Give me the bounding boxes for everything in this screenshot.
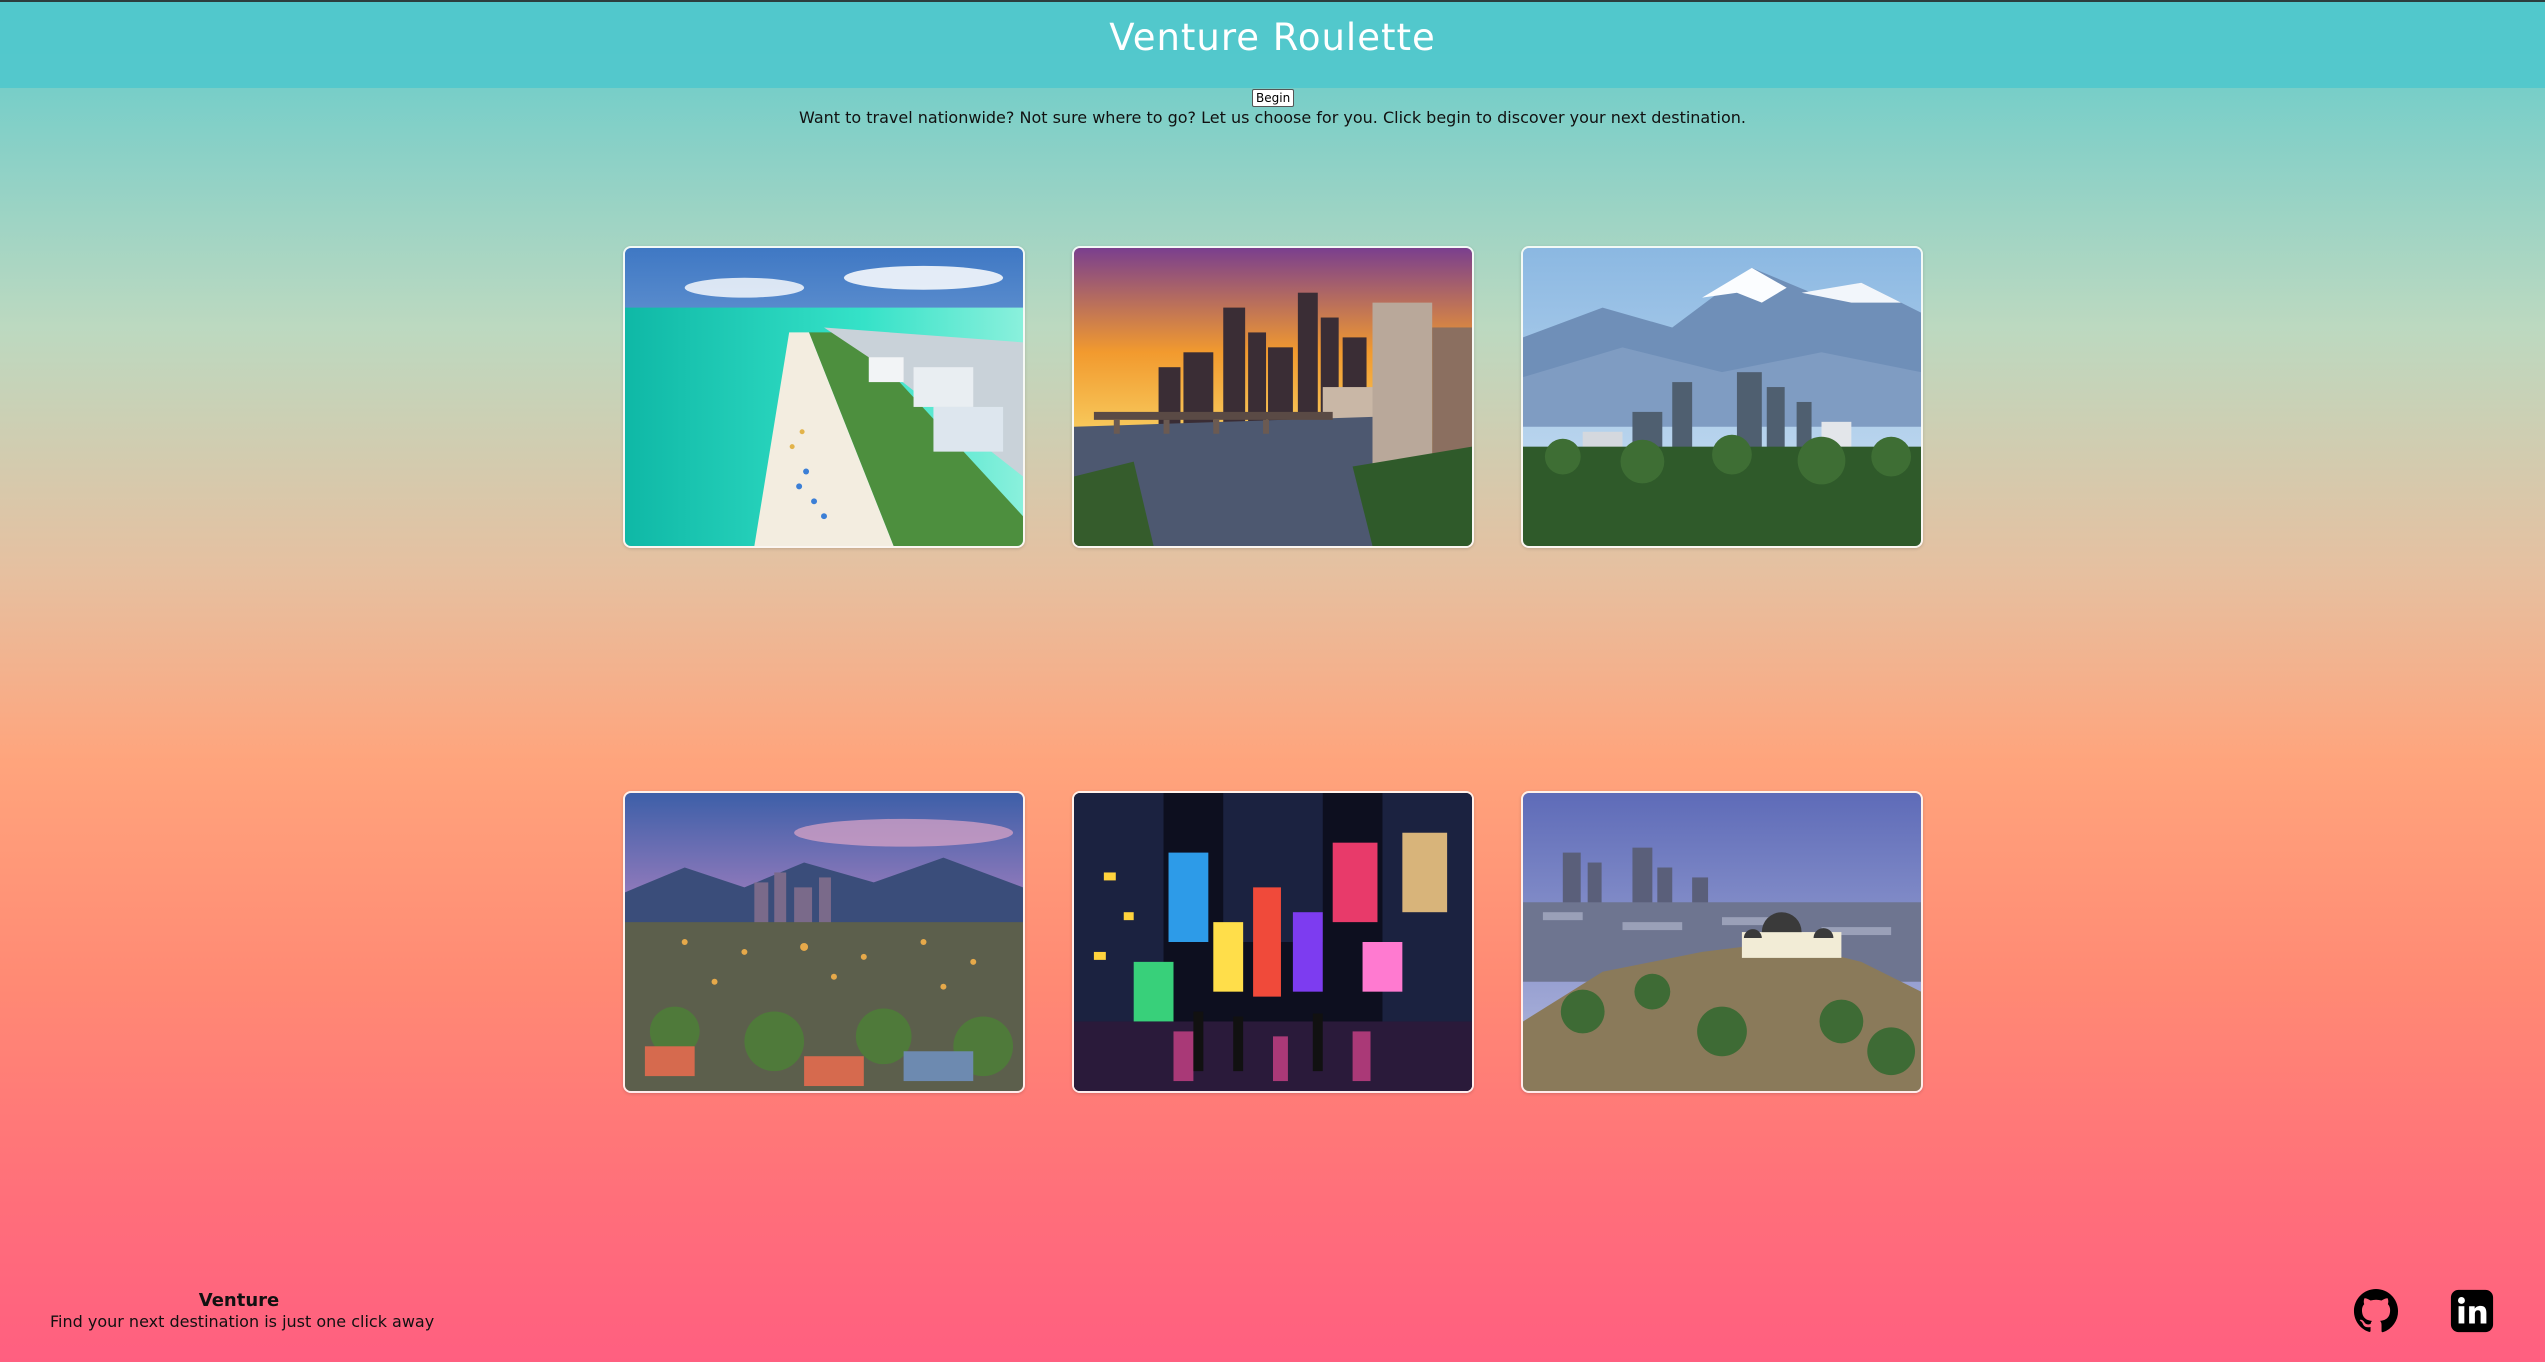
intro-text: Want to travel nationwide? Not sure wher… xyxy=(799,108,1746,127)
header-banner: Venture Roulette xyxy=(0,2,2545,88)
destination-card-3[interactable] xyxy=(1521,246,1923,548)
mountain-city-image xyxy=(1523,248,1921,546)
river-skyline-image xyxy=(1074,248,1472,546)
neon-night-image xyxy=(1074,793,1472,1091)
linkedin-icon xyxy=(2450,1289,2494,1333)
footer-tagline: Find your next destination is just one c… xyxy=(50,1312,435,1331)
beach-city-image xyxy=(625,248,1023,546)
destination-card-1[interactable] xyxy=(623,246,1025,548)
desert-city-image xyxy=(625,793,1023,1091)
begin-button[interactable]: Begin xyxy=(1252,89,1295,107)
github-icon xyxy=(2353,1288,2399,1333)
linkedin-link[interactable] xyxy=(2449,1288,2495,1334)
destination-card-6[interactable] xyxy=(1521,791,1923,1093)
github-link[interactable] xyxy=(2353,1288,2399,1334)
destination-card-2[interactable] xyxy=(1072,246,1474,548)
destination-card-5[interactable] xyxy=(1072,791,1474,1093)
page-title: Venture Roulette xyxy=(1109,15,1436,59)
observatory-city-image xyxy=(1523,793,1921,1091)
footer-brand: Venture xyxy=(198,1290,280,1311)
destination-card-4[interactable] xyxy=(623,791,1025,1093)
